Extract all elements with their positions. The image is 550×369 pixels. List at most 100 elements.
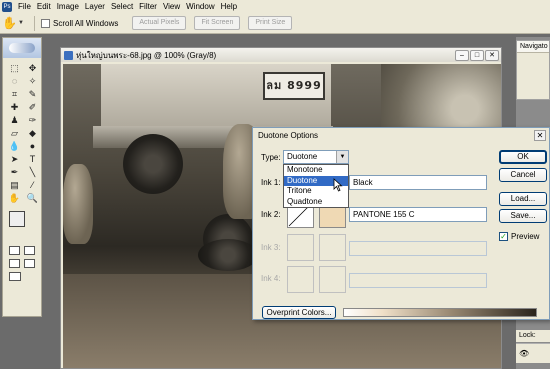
magic-wand-tool-icon[interactable]: ✧ — [25, 75, 40, 87]
close-button[interactable]: ✕ — [485, 49, 499, 61]
type-label: Type: — [261, 153, 281, 162]
ok-button[interactable]: OK — [499, 150, 547, 164]
menu-select[interactable]: Select — [108, 0, 136, 13]
standard-mode-button[interactable] — [9, 246, 20, 255]
paint-bucket-tool-icon[interactable]: ◆ — [25, 127, 40, 139]
marquee-tool-icon[interactable]: ⬚ — [7, 62, 22, 74]
ink1-label: Ink 1: — [261, 178, 281, 187]
ink2-name-field[interactable]: PANTONE 155 C — [349, 207, 487, 222]
ink3-label: Ink 3: — [261, 243, 281, 252]
eyedropper-tool-icon[interactable]: ⁄ — [25, 179, 40, 191]
license-plate: ลม 8999 — [263, 72, 325, 100]
menu-edit[interactable]: Edit — [34, 0, 54, 13]
menu-window[interactable]: Window — [183, 0, 217, 13]
menu-bar: Ps File Edit Image Layer Select Filter V… — [0, 0, 550, 13]
tool-preset-picker[interactable]: ✋ ▼ — [2, 15, 28, 32]
options-bar: ✋ ▼ Scroll All Windows Actual Pixels Fit… — [0, 13, 550, 34]
preview-checkbox[interactable]: ✓ — [499, 232, 508, 241]
hand-tool-icon[interactable]: ✋ — [7, 192, 22, 204]
move-tool-icon[interactable]: ✥ — [25, 62, 40, 74]
screen-mode-standard-button[interactable] — [9, 259, 20, 268]
scroll-all-windows-label: Scroll All Windows — [53, 18, 119, 28]
cancel-button[interactable]: Cancel — [499, 168, 547, 182]
separator — [34, 15, 35, 31]
jump-row — [3, 270, 41, 283]
hand-icon: ✋ — [2, 16, 17, 30]
duotone-options-dialog: Duotone Options ✕ Type: Duotone ▼ Monoto… — [252, 127, 550, 320]
tool-grid: ⬚ ✥ ◌ ✧ ⌗ ✎ ✚ ✐ ♟ ✑ ▱ ◆ 💧 ● ➤ T ✒ ╲ ▤ ⁄ … — [3, 58, 41, 208]
history-brush-tool-icon[interactable]: ✑ — [25, 114, 40, 126]
navigator-tab[interactable]: Navigato — [517, 41, 549, 53]
overprint-colors-button[interactable]: Overprint Colors... — [262, 306, 336, 319]
jump-to-imageready-button[interactable] — [9, 272, 21, 281]
fit-screen-button[interactable]: Fit Screen — [194, 16, 241, 30]
scroll-all-windows-checkbox[interactable] — [41, 18, 50, 28]
close-icon[interactable]: ✕ — [534, 130, 546, 141]
load-button[interactable]: Load... — [499, 192, 547, 206]
type-select[interactable]: Duotone ▼ — [283, 150, 349, 164]
brush-tool-icon[interactable]: ✐ — [25, 101, 40, 113]
menu-file[interactable]: File — [15, 0, 34, 13]
ink3-color-swatch — [319, 234, 346, 261]
quick-mask-button[interactable] — [24, 246, 35, 255]
type-option-quadtone[interactable]: Quadtone — [284, 197, 348, 208]
menu-view[interactable]: View — [160, 0, 183, 13]
eraser-tool-icon[interactable]: ▱ — [7, 127, 22, 139]
ink4-color-swatch — [319, 266, 346, 293]
photo-tire — [123, 134, 183, 194]
photo-person — [63, 164, 93, 244]
foreground-color-swatch[interactable] — [9, 211, 25, 227]
mouse-pointer-icon — [333, 178, 343, 192]
toolbox-header[interactable] — [3, 38, 41, 58]
minimize-button[interactable]: – — [455, 49, 469, 61]
ink2-label: Ink 2: — [261, 210, 281, 219]
photoshop-logo-icon[interactable]: Ps — [2, 1, 12, 12]
zoom-tool-icon[interactable]: 🔍 — [25, 192, 40, 204]
lasso-tool-icon[interactable]: ◌ — [7, 75, 22, 87]
ink4-curve-box — [287, 266, 314, 293]
maximize-button[interactable]: □ — [470, 49, 484, 61]
clone-stamp-tool-icon[interactable]: ♟ — [7, 114, 22, 126]
menu-filter[interactable]: Filter — [136, 0, 160, 13]
document-icon — [64, 50, 73, 60]
menu-layer[interactable]: Layer — [82, 0, 108, 13]
ink3-name-field — [349, 241, 487, 256]
ink4-name-field — [349, 273, 487, 288]
feather-icon — [9, 43, 35, 53]
type-option-monotone[interactable]: Monotone — [284, 165, 348, 176]
navigator-panel: Navigato — [516, 40, 550, 100]
pen-tool-icon[interactable]: ✒ — [7, 166, 22, 178]
crop-tool-icon[interactable]: ⌗ — [7, 88, 22, 100]
shape-tool-icon[interactable]: ╲ — [25, 166, 40, 178]
dialog-titlebar[interactable]: Duotone Options ✕ — [253, 128, 549, 143]
healing-brush-tool-icon[interactable]: ✚ — [7, 101, 22, 113]
dialog-title: Duotone Options — [258, 131, 319, 140]
preview-label: Preview — [511, 232, 540, 241]
dodge-tool-icon[interactable]: ● — [25, 140, 40, 152]
screen-mode-full-button[interactable] — [24, 259, 35, 268]
notes-tool-icon[interactable]: ▤ — [7, 179, 22, 191]
document-titlebar[interactable]: หุ่นใหญ่บนพระ-68.jpg @ 100% (Gray/8) – □… — [61, 48, 501, 62]
ink1-name-field[interactable]: Black — [349, 175, 487, 190]
save-button[interactable]: Save... — [499, 209, 547, 223]
actual-pixels-button[interactable]: Actual Pixels — [132, 16, 187, 30]
blur-tool-icon[interactable]: 💧 — [7, 140, 22, 152]
path-selection-tool-icon[interactable]: ➤ — [7, 153, 22, 165]
menu-help[interactable]: Help — [218, 0, 240, 13]
layers-lock-label: Lock: — [516, 330, 550, 342]
screen-mode-row — [3, 257, 41, 270]
print-size-button[interactable]: Print Size — [248, 16, 293, 30]
photo-tire — [198, 239, 258, 271]
slice-tool-icon[interactable]: ✎ — [25, 88, 40, 100]
chevron-down-icon: ▼ — [18, 20, 24, 26]
document-title: หุ่นใหญ่บนพระ-68.jpg @ 100% (Gray/8) — [76, 50, 217, 60]
menu-image[interactable]: Image — [54, 0, 82, 13]
eye-icon[interactable]: 👁 — [519, 349, 529, 358]
layer-row[interactable]: 👁 — [516, 343, 550, 363]
duotone-gradient-bar — [343, 308, 537, 317]
color-swatches — [7, 211, 37, 241]
type-tool-icon[interactable]: T — [25, 153, 40, 165]
toolbox: ⬚ ✥ ◌ ✧ ⌗ ✎ ✚ ✐ ♟ ✑ ▱ ◆ 💧 ● ➤ T ✒ ╲ ▤ ⁄ … — [2, 37, 42, 317]
chevron-down-icon[interactable]: ▼ — [336, 151, 348, 163]
ink4-label: Ink 4: — [261, 274, 281, 283]
